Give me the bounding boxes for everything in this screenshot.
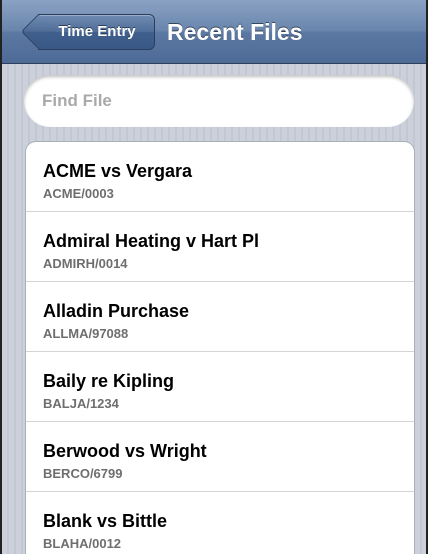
list-item[interactable]: ACME vs Vergara ACME/0003	[26, 142, 414, 212]
file-code: ACME/0003	[43, 186, 114, 201]
search-bar[interactable]	[24, 75, 414, 127]
file-name: Berwood vs Wright	[43, 441, 207, 461]
file-code: ADMIRH/0014	[43, 256, 128, 271]
navigation-bar: Time Entry Recent Files	[2, 0, 426, 64]
list-item[interactable]: Alladin Purchase ALLMA/97088	[26, 282, 414, 352]
file-name: Alladin Purchase	[43, 301, 190, 321]
list-item[interactable]: Baily re Kipling BALJA/1234	[26, 352, 414, 422]
file-code: ALLMA/97088	[43, 326, 129, 341]
screen: Time Entry Recent Files ACME vs Vergara …	[0, 0, 428, 554]
list-item[interactable]: Blank vs Bittle BLAHA/0012	[26, 492, 414, 554]
file-code: BLAHA/0012	[43, 536, 122, 551]
back-button-label: Time Entry	[58, 23, 136, 40]
list-item[interactable]: Admiral Heating v Hart Pl ADMIRH/0014	[26, 212, 414, 282]
file-name: Baily re Kipling	[43, 371, 175, 391]
list-item[interactable]: Berwood vs Wright BERCO/6799	[26, 422, 414, 492]
page-title: Recent Files	[167, 19, 303, 45]
back-button[interactable]: Time Entry	[20, 13, 155, 50]
file-code: BALJA/1234	[43, 396, 119, 411]
file-name: Admiral Heating v Hart Pl	[43, 231, 260, 251]
file-name: Blank vs Bittle	[43, 511, 168, 531]
search-input[interactable]	[42, 75, 392, 127]
file-list: ACME vs Vergara ACME/0003 Admiral Heatin…	[26, 142, 414, 554]
file-code: BERCO/6799	[43, 466, 123, 481]
file-name: ACME vs Vergara	[43, 161, 193, 181]
